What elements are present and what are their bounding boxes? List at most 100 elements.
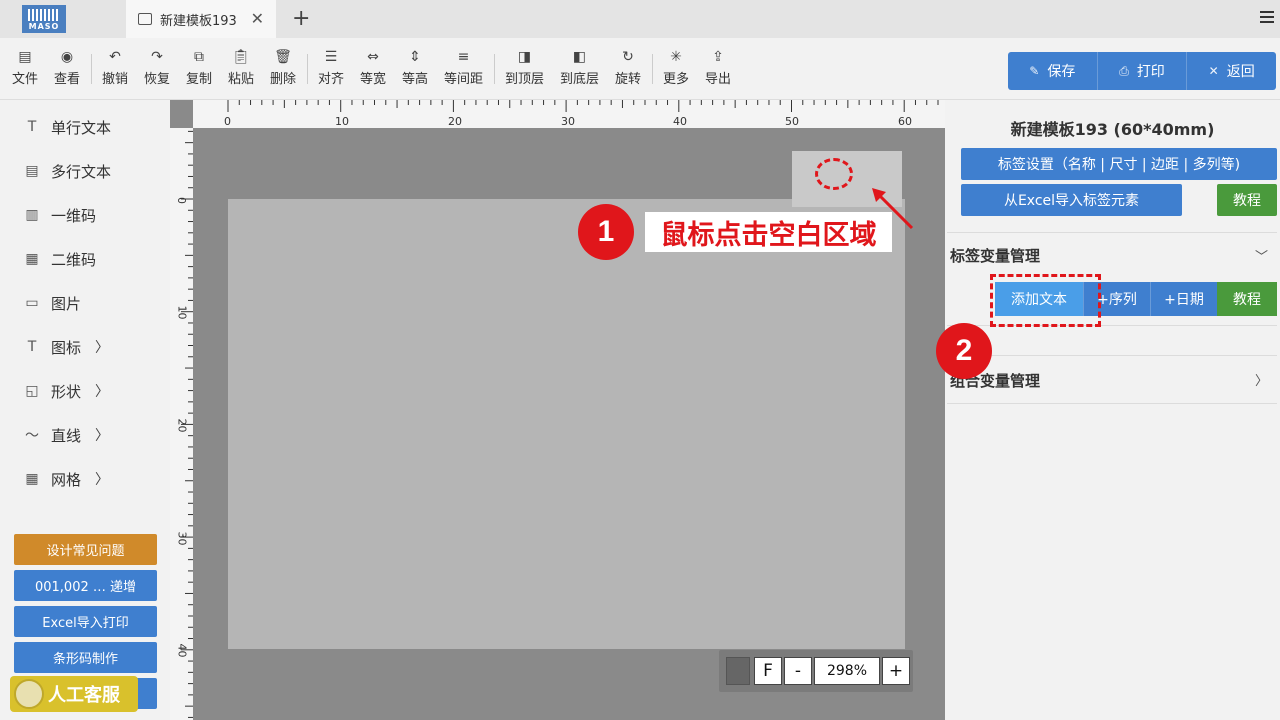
paste-icon: 📋︎ bbox=[232, 49, 250, 65]
zoom-out-button[interactable]: - bbox=[784, 657, 812, 685]
print-button[interactable]: ⎙ 打印 bbox=[1098, 52, 1188, 90]
view-button[interactable]: ◉ 查看 bbox=[54, 48, 80, 87]
element-line[interactable]: 〜直线〉 bbox=[24, 423, 109, 447]
label-settings-button[interactable]: 标签设置（名称 | 尺寸 | 边距 | 多列等) bbox=[961, 148, 1277, 180]
eye-icon: ◉ bbox=[60, 49, 74, 65]
label-variables-title[interactable]: 标签变量管理 bbox=[950, 245, 1040, 266]
divider bbox=[652, 54, 653, 84]
paste-button[interactable]: 📋︎ 粘贴 bbox=[228, 48, 254, 87]
customer-service-button[interactable]: 人工客服 bbox=[10, 676, 138, 712]
redo-icon: ↷ bbox=[151, 49, 163, 65]
qrcode-icon: ▦ bbox=[25, 251, 39, 267]
send-back-button[interactable]: ◧ 到底层 bbox=[560, 48, 599, 87]
equal-spacing-icon: ≡ bbox=[457, 49, 470, 65]
divider bbox=[91, 54, 92, 84]
new-tab-button[interactable]: + bbox=[292, 6, 310, 31]
ruler-top-label: 40 bbox=[673, 115, 687, 128]
element-qrcode[interactable]: ▦ 二维码 bbox=[24, 247, 96, 271]
equal-height-button[interactable]: ⇕ 等高 bbox=[402, 48, 428, 87]
file-icon: ▤ bbox=[18, 49, 32, 65]
toolbar: ▤ 文件 ◉ 查看 ↶ 撤销 ↷ 恢复 ⧉ 复制 📋︎ 粘贴 🗑︎ 删除 ☰ 对齐 ⇔ 等宽 ⇕ 等… bbox=[0, 38, 1280, 100]
element-grid[interactable]: ▦ 网格〉 bbox=[24, 467, 109, 491]
element-panel: T 单行文本 ▤ 多行文本 ▥ 一维码 ▦ 二维码 ▭ 图片 T 图标〉 ◱ 形状〉 〜直线〉… bbox=[0, 100, 170, 720]
back-button[interactable]: ✕ 返回 bbox=[1187, 52, 1276, 90]
text-icon: T bbox=[27, 119, 37, 135]
file-button[interactable]: ▤ 文件 bbox=[12, 48, 38, 87]
element-shape[interactable]: ◱ 形状〉 bbox=[24, 379, 109, 403]
equal-height-icon: ⇕ bbox=[409, 49, 421, 65]
edit-icon: ✎ bbox=[1029, 64, 1040, 78]
close-icon: ✕ bbox=[1208, 64, 1219, 78]
ruler-top-label: 0 bbox=[224, 115, 231, 128]
logo: MASO bbox=[22, 5, 66, 33]
divider bbox=[307, 54, 308, 84]
step-2-badge: 2 bbox=[936, 323, 992, 379]
copy-button[interactable]: ⧉ 复制 bbox=[186, 48, 212, 87]
more-button[interactable]: ✳ 更多 bbox=[663, 48, 689, 87]
tab-template[interactable]: 新建模板193 ✕ bbox=[126, 0, 276, 38]
ruler-top-label: 20 bbox=[448, 115, 462, 128]
equal-spacing-button[interactable]: ≡ 等间距 bbox=[444, 48, 483, 87]
shape-icon: ◱ bbox=[25, 383, 39, 399]
printer-icon: ⎙ bbox=[1119, 63, 1129, 78]
ruler-left-label: 30 bbox=[175, 531, 189, 546]
line-icon: 〜 bbox=[25, 428, 39, 444]
design-faq-button[interactable]: 设计常见问题 bbox=[14, 534, 157, 565]
tab-title: 新建模板193 bbox=[160, 13, 237, 29]
label-canvas[interactable] bbox=[228, 199, 905, 649]
multiline-text-icon: ▤ bbox=[25, 163, 39, 179]
fit-button[interactable]: F bbox=[754, 657, 782, 685]
align-button[interactable]: ☰ 对齐 bbox=[318, 48, 344, 87]
save-button[interactable]: ✎ 保存 bbox=[1008, 52, 1098, 90]
send-back-icon: ◧ bbox=[572, 49, 587, 65]
window-icon bbox=[138, 13, 152, 25]
barcode-make-button[interactable]: 条形码制作 bbox=[14, 642, 157, 673]
ruler-top-label: 30 bbox=[561, 115, 575, 128]
divider bbox=[494, 54, 495, 84]
element-single-line-text[interactable]: T 单行文本 bbox=[24, 115, 111, 139]
divider bbox=[947, 355, 1277, 356]
ruler-left: 0 10 20 30 40 bbox=[170, 128, 193, 720]
excel-import-print-button[interactable]: Excel导入打印 bbox=[14, 606, 157, 637]
barcode-icon: ▥ bbox=[25, 207, 39, 223]
chevron-right-icon[interactable]: 〉 bbox=[1255, 370, 1268, 389]
primary-actions: ✎ 保存 ⎙ 打印 ✕ 返回 bbox=[1008, 52, 1276, 90]
ruler-left-label: 40 bbox=[175, 643, 189, 658]
template-name: 新建模板193 (60*40mm) bbox=[1010, 120, 1215, 139]
undo-button[interactable]: ↶ 撤销 bbox=[102, 48, 128, 87]
variable-tutorial-button[interactable]: 教程 bbox=[1217, 282, 1277, 316]
ruler-left-label: 10 bbox=[175, 305, 189, 320]
chevron-down-icon[interactable]: ﹀ bbox=[1255, 246, 1268, 265]
export-button[interactable]: ⇪ 导出 bbox=[705, 48, 731, 87]
step-1-instruction: 鼠标点击空白区域 bbox=[645, 212, 892, 252]
bring-front-button[interactable]: ◨ 到顶层 bbox=[505, 48, 544, 87]
zoom-level[interactable]: 298% bbox=[814, 657, 880, 685]
click-target-marker bbox=[815, 158, 853, 190]
text-icon: T bbox=[27, 339, 37, 355]
step-1-badge: 1 bbox=[578, 204, 634, 260]
delete-button[interactable]: 🗑︎ 删除 bbox=[270, 48, 296, 87]
element-multi-line-text[interactable]: ▤ 多行文本 bbox=[24, 159, 111, 183]
increment-button[interactable]: 001,002 … 递增 bbox=[14, 570, 157, 601]
copy-icon: ⧉ bbox=[194, 49, 204, 65]
more-icon: ✳ bbox=[670, 49, 682, 65]
align-icon: ☰ bbox=[324, 49, 338, 65]
redo-button[interactable]: ↷ 恢复 bbox=[144, 48, 170, 87]
properties-panel: 新建模板193 (60*40mm) 标签设置（名称 | 尺寸 | 边距 | 多列… bbox=[945, 100, 1280, 720]
equal-width-button[interactable]: ⇔ 等宽 bbox=[360, 48, 386, 87]
color-swatch[interactable] bbox=[726, 657, 750, 685]
image-icon: ▭ bbox=[25, 295, 39, 311]
zoom-controls: F - 298% + bbox=[719, 650, 913, 692]
close-tab-icon[interactable]: ✕ bbox=[251, 9, 264, 28]
hamburger-menu-icon[interactable] bbox=[1260, 11, 1274, 23]
add-date-button[interactable]: +日期 bbox=[1150, 282, 1217, 316]
element-icon[interactable]: T 图标〉 bbox=[24, 335, 109, 359]
undo-icon: ↶ bbox=[109, 49, 121, 65]
element-barcode[interactable]: ▥ 一维码 bbox=[24, 203, 96, 227]
rotate-button[interactable]: ↻ 旋转 bbox=[615, 48, 641, 87]
import-excel-button[interactable]: 从Excel导入标签元素 bbox=[961, 184, 1182, 216]
element-image[interactable]: ▭ 图片 bbox=[24, 291, 81, 315]
tutorial-button[interactable]: 教程 bbox=[1217, 184, 1277, 216]
divider bbox=[947, 232, 1277, 233]
zoom-in-button[interactable]: + bbox=[882, 657, 910, 685]
